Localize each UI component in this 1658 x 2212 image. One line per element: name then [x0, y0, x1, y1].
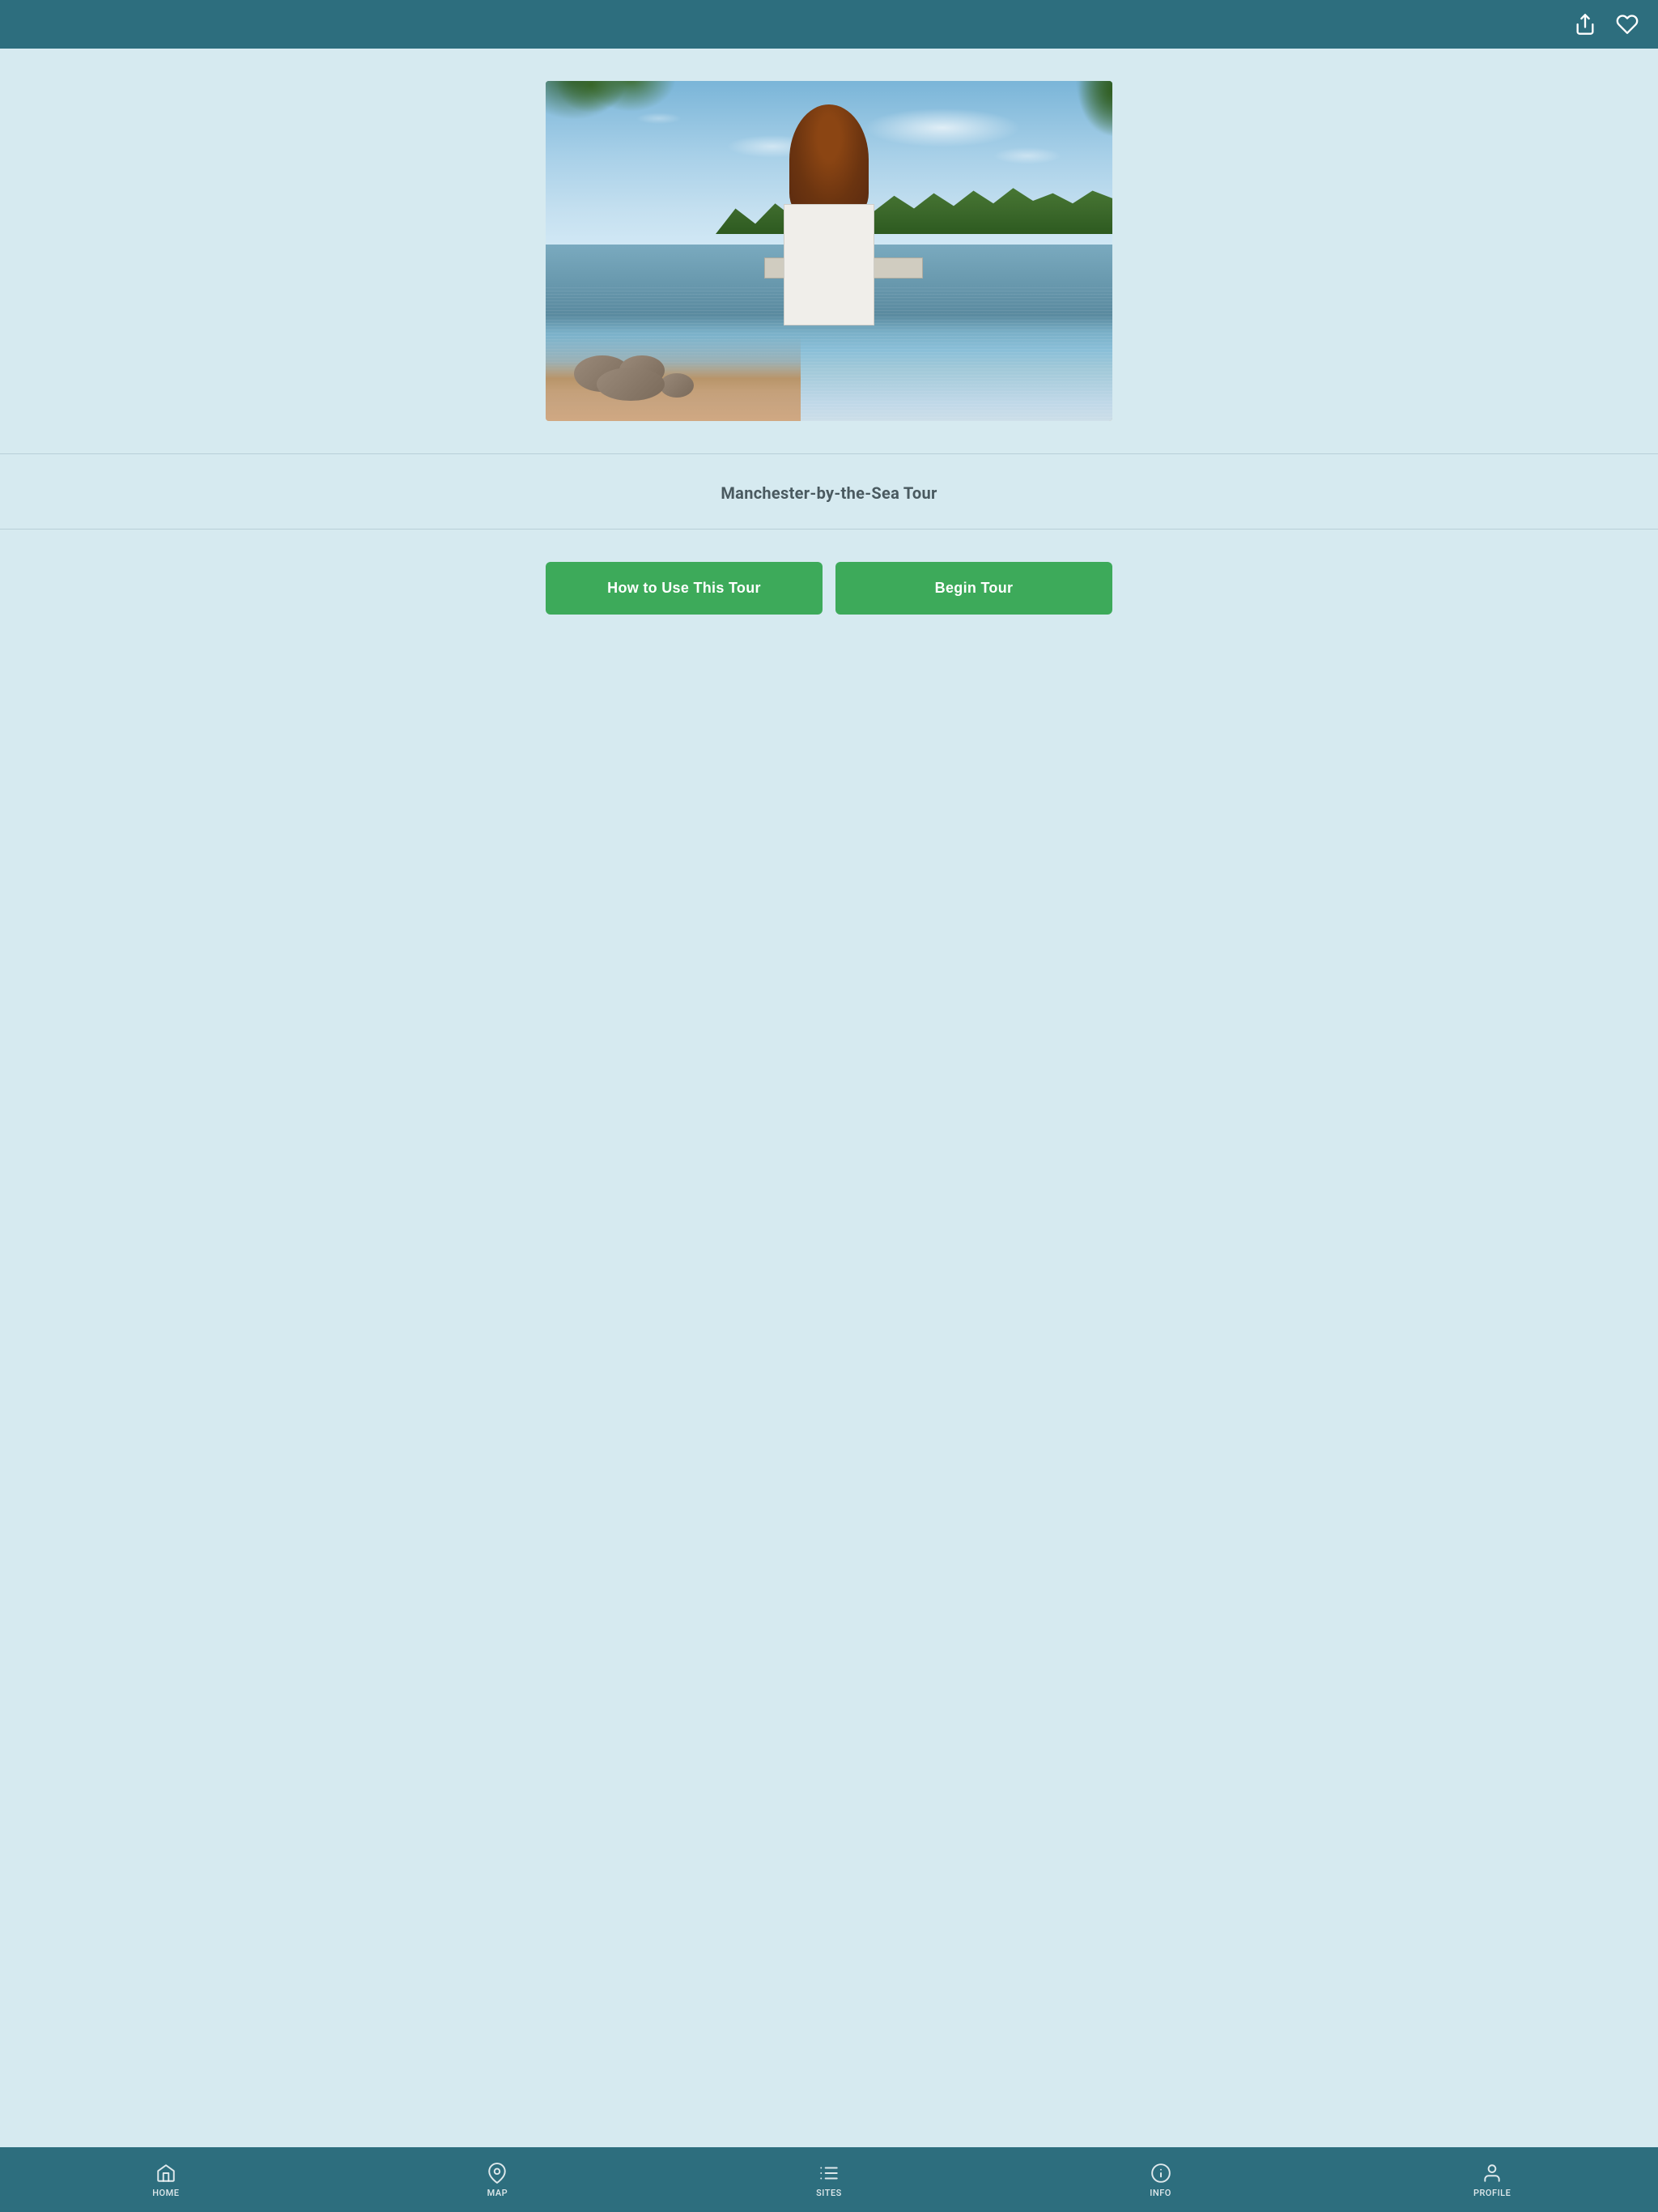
- bottom-nav: HOME MAP SITES: [0, 2147, 1658, 2212]
- share-icon: [1574, 13, 1596, 36]
- tree-overlay-right: [1027, 81, 1112, 183]
- nav-item-home[interactable]: HOME: [0, 2162, 332, 2198]
- list-icon: [818, 2162, 840, 2184]
- nav-label-sites: SITES: [816, 2188, 842, 2198]
- share-button[interactable]: [1571, 10, 1600, 39]
- main-content: Manchester-by-the-Sea Tour How to Use Th…: [0, 49, 1658, 2147]
- buttons-section: How to Use This Tour Begin Tour: [546, 530, 1112, 647]
- favorite-button[interactable]: [1613, 10, 1642, 39]
- how-to-use-button[interactable]: How to Use This Tour: [546, 562, 823, 615]
- pavilion-body: [784, 204, 874, 325]
- app-header: [0, 0, 1658, 49]
- pavilion: [772, 104, 886, 325]
- nav-label-home: HOME: [152, 2188, 179, 2198]
- rock-3: [660, 373, 694, 398]
- info-icon: [1150, 2162, 1172, 2184]
- rocks: [574, 342, 801, 404]
- tour-title: Manchester-by-the-Sea Tour: [16, 483, 1642, 503]
- nav-label-profile: Profile: [1473, 2188, 1511, 2198]
- begin-tour-button[interactable]: Begin Tour: [835, 562, 1112, 615]
- nav-item-map[interactable]: MAP: [332, 2162, 664, 2198]
- hero-image: [546, 81, 1112, 421]
- nav-item-sites[interactable]: SITES: [663, 2162, 995, 2198]
- nav-item-info[interactable]: INFO: [995, 2162, 1327, 2198]
- nav-item-profile[interactable]: Profile: [1326, 2162, 1658, 2198]
- harbor-scene: [546, 81, 1112, 421]
- nav-label-map: MAP: [487, 2188, 508, 2198]
- person-icon: [1481, 2162, 1503, 2184]
- nav-label-info: INFO: [1150, 2188, 1171, 2198]
- tour-title-section: Manchester-by-the-Sea Tour: [0, 454, 1658, 529]
- heart-icon: [1616, 13, 1639, 36]
- pavilion-roof: [789, 104, 869, 215]
- home-icon: [155, 2162, 177, 2184]
- map-pin-icon: [486, 2162, 508, 2184]
- hero-image-container: [546, 81, 1112, 421]
- rock-4: [597, 368, 665, 402]
